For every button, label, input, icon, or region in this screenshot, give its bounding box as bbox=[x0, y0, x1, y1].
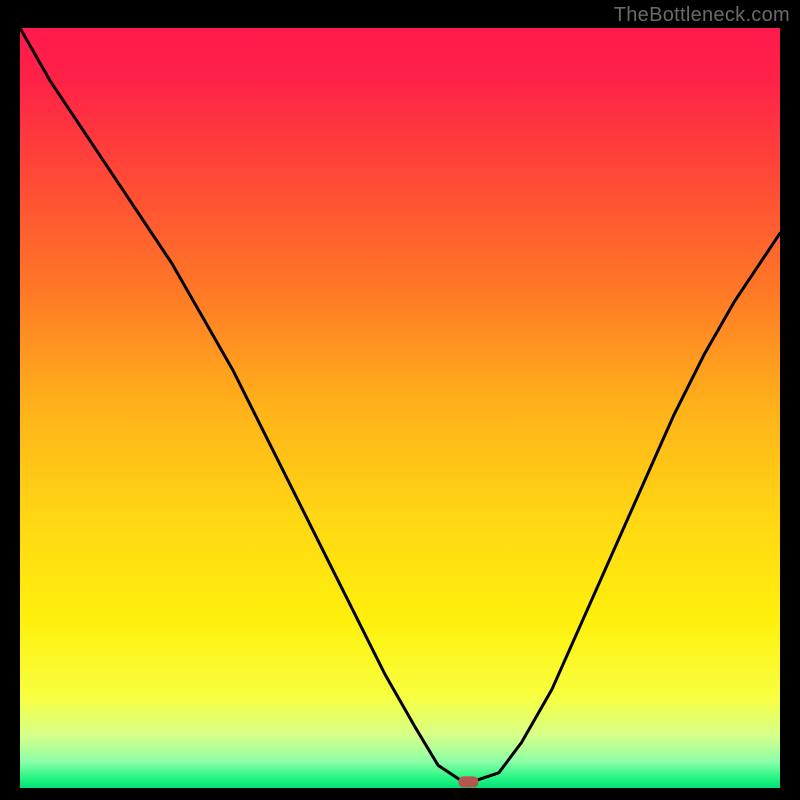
plot-area bbox=[20, 28, 780, 788]
bottleneck-chart bbox=[20, 28, 780, 788]
gradient-background bbox=[20, 28, 780, 788]
watermark-text: TheBottleneck.com bbox=[614, 4, 790, 27]
chart-frame: TheBottleneck.com bbox=[0, 0, 800, 800]
sweet-spot-marker bbox=[458, 776, 478, 787]
